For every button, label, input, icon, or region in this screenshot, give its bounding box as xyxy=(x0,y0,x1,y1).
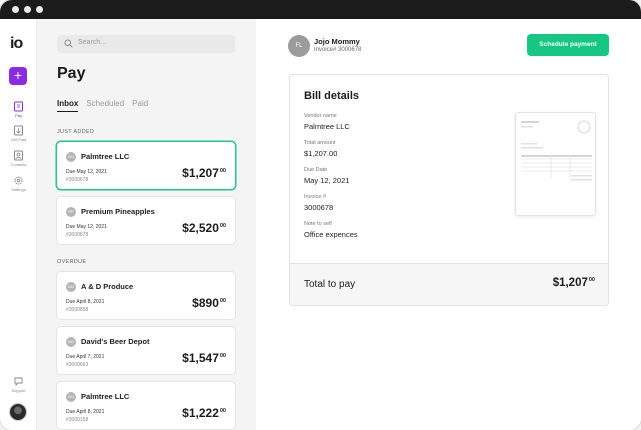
window-minimize-dot[interactable] xyxy=(24,6,31,13)
total-amount-value: $1,207.00 xyxy=(304,149,338,158)
bill-amount: $2,52000 xyxy=(182,221,226,235)
vendor-name: David's Beer Depot xyxy=(81,337,150,346)
add-button[interactable]: + xyxy=(9,67,27,85)
bill-detail-panel: FL Jojo Mommy Invoice# 3000678 Schedule … xyxy=(256,19,641,430)
nav-item-label: Get Paid xyxy=(10,137,27,142)
bill-card[interactable]: NO A & D Produce Due April 8, 2021 #3000… xyxy=(57,272,235,319)
invoice-number-value: 3000678 xyxy=(304,203,334,212)
bill-details-title: Bill details xyxy=(304,90,360,102)
bill-amount: $1,22200 xyxy=(182,406,226,420)
nav-item-label: Contacts xyxy=(10,162,27,167)
section-just-added: JUST ADDED xyxy=(57,129,95,135)
invoice-thumbnail xyxy=(521,120,592,181)
vendor-avatar: NO xyxy=(66,337,76,347)
search-input[interactable]: Search... xyxy=(57,35,235,53)
due-date-value: May 12, 2021 xyxy=(304,176,350,185)
invoice-number: #3000858 xyxy=(66,307,89,313)
app-logo: io xyxy=(10,35,23,52)
pay-icon xyxy=(14,101,23,112)
vendor-name-label: Vendor name xyxy=(304,113,337,119)
invoice-number-label: Invoice # xyxy=(304,194,327,200)
vendor-name: Palmtree LLC xyxy=(81,392,130,401)
due-date-label: Due Date xyxy=(304,167,328,173)
bill-card[interactable]: PP Premium Pineapples Due May 12, 2021 #… xyxy=(57,197,235,244)
get-paid-icon xyxy=(14,125,23,136)
invoice-document-preview[interactable] xyxy=(515,112,596,216)
user-avatar[interactable] xyxy=(9,403,27,421)
contacts-icon xyxy=(14,150,23,161)
section-overdue: OVERDUE xyxy=(57,259,87,265)
note-value: Office expences xyxy=(304,230,358,239)
bill-amount: $1,54700 xyxy=(182,351,226,365)
note-label: Note to self xyxy=(304,221,332,227)
total-to-pay-row: Total to pay $1,20700 xyxy=(290,263,608,305)
vendor-avatar: NO xyxy=(66,152,76,162)
total-amount-label: Total amount xyxy=(304,140,336,146)
bill-details-card: Bill details Vendor name Palmtree LLC To… xyxy=(289,74,609,306)
total-to-pay-label: Total to pay xyxy=(304,279,356,290)
invoice-number: #3000158 xyxy=(66,417,89,423)
total-to-pay-amount: $1,20700 xyxy=(552,277,595,289)
vendor-avatar: NO xyxy=(66,392,76,402)
bill-card[interactable]: NO David's Beer Depot Due April 7, 2021 … xyxy=(57,327,235,374)
bill-tabs: Inbox Scheduled Paid xyxy=(57,99,148,112)
due-date: Due April 8, 2021 xyxy=(66,299,105,305)
schedule-payment-button[interactable]: Schedule payment xyxy=(527,34,609,56)
vendor-name-value: Palmtree LLC xyxy=(304,122,350,131)
payer-name: Jojo Mommy xyxy=(314,37,360,46)
nav-item-settings[interactable]: Settings xyxy=(0,175,37,192)
page-title: Pay xyxy=(57,65,86,82)
nav-item-label: Pay xyxy=(15,113,22,118)
tab-scheduled[interactable]: Scheduled xyxy=(86,99,124,112)
due-date: Due May 12, 2021 xyxy=(66,169,107,175)
invoice-number: #3000663 xyxy=(66,362,89,368)
window-close-dot[interactable] xyxy=(12,6,19,13)
nav-item-contacts[interactable]: Contacts xyxy=(0,150,37,167)
bill-card[interactable]: NO Palmtree LLC Due April 8, 2021 #30001… xyxy=(57,382,235,429)
tab-paid[interactable]: Paid xyxy=(132,99,148,112)
nav-item-label: Support xyxy=(11,388,26,393)
nav-item-support[interactable]: Support xyxy=(0,376,37,393)
due-date: Due May 12, 2021 xyxy=(66,224,107,230)
vendor-avatar: NO xyxy=(66,282,76,292)
bills-list-panel: Search... Pay Inbox Scheduled Paid JUST … xyxy=(37,19,256,430)
nav-item-pay[interactable]: Pay xyxy=(0,101,37,118)
payer-avatar: FL xyxy=(288,35,310,57)
nav-item-get-paid[interactable]: Get Paid xyxy=(0,125,37,142)
due-date: Due April 7, 2021 xyxy=(66,354,105,360)
invoice-number: #3000678 xyxy=(66,232,89,238)
chat-bubble-icon xyxy=(14,377,23,387)
bill-card[interactable]: NO Palmtree LLC Due May 12, 2021 #300067… xyxy=(57,142,235,189)
search-icon xyxy=(64,39,73,48)
payer-invoice: Invoice# 3000678 xyxy=(314,47,362,53)
nav-rail: io + Pay Get Paid Contacts Settings Supp… xyxy=(0,19,37,430)
vendor-name: Palmtree LLC xyxy=(81,152,130,161)
search-placeholder: Search... xyxy=(78,39,107,46)
nav-item-label: Settings xyxy=(11,187,26,192)
window-titlebar xyxy=(0,0,641,19)
window-zoom-dot[interactable] xyxy=(36,6,43,13)
tab-inbox[interactable]: Inbox xyxy=(57,99,79,112)
vendor-avatar: PP xyxy=(66,207,76,217)
bill-amount: $1,20700 xyxy=(182,166,226,180)
due-date: Due April 8, 2021 xyxy=(66,409,105,415)
vendor-name: Premium Pineapples xyxy=(81,207,155,216)
invoice-number: #3000678 xyxy=(66,177,89,183)
app-window: io + Pay Get Paid Contacts Settings Supp… xyxy=(0,0,641,430)
vendor-name: A & D Produce xyxy=(81,282,134,291)
gear-icon xyxy=(14,176,23,185)
bill-amount: $89000 xyxy=(192,296,226,310)
